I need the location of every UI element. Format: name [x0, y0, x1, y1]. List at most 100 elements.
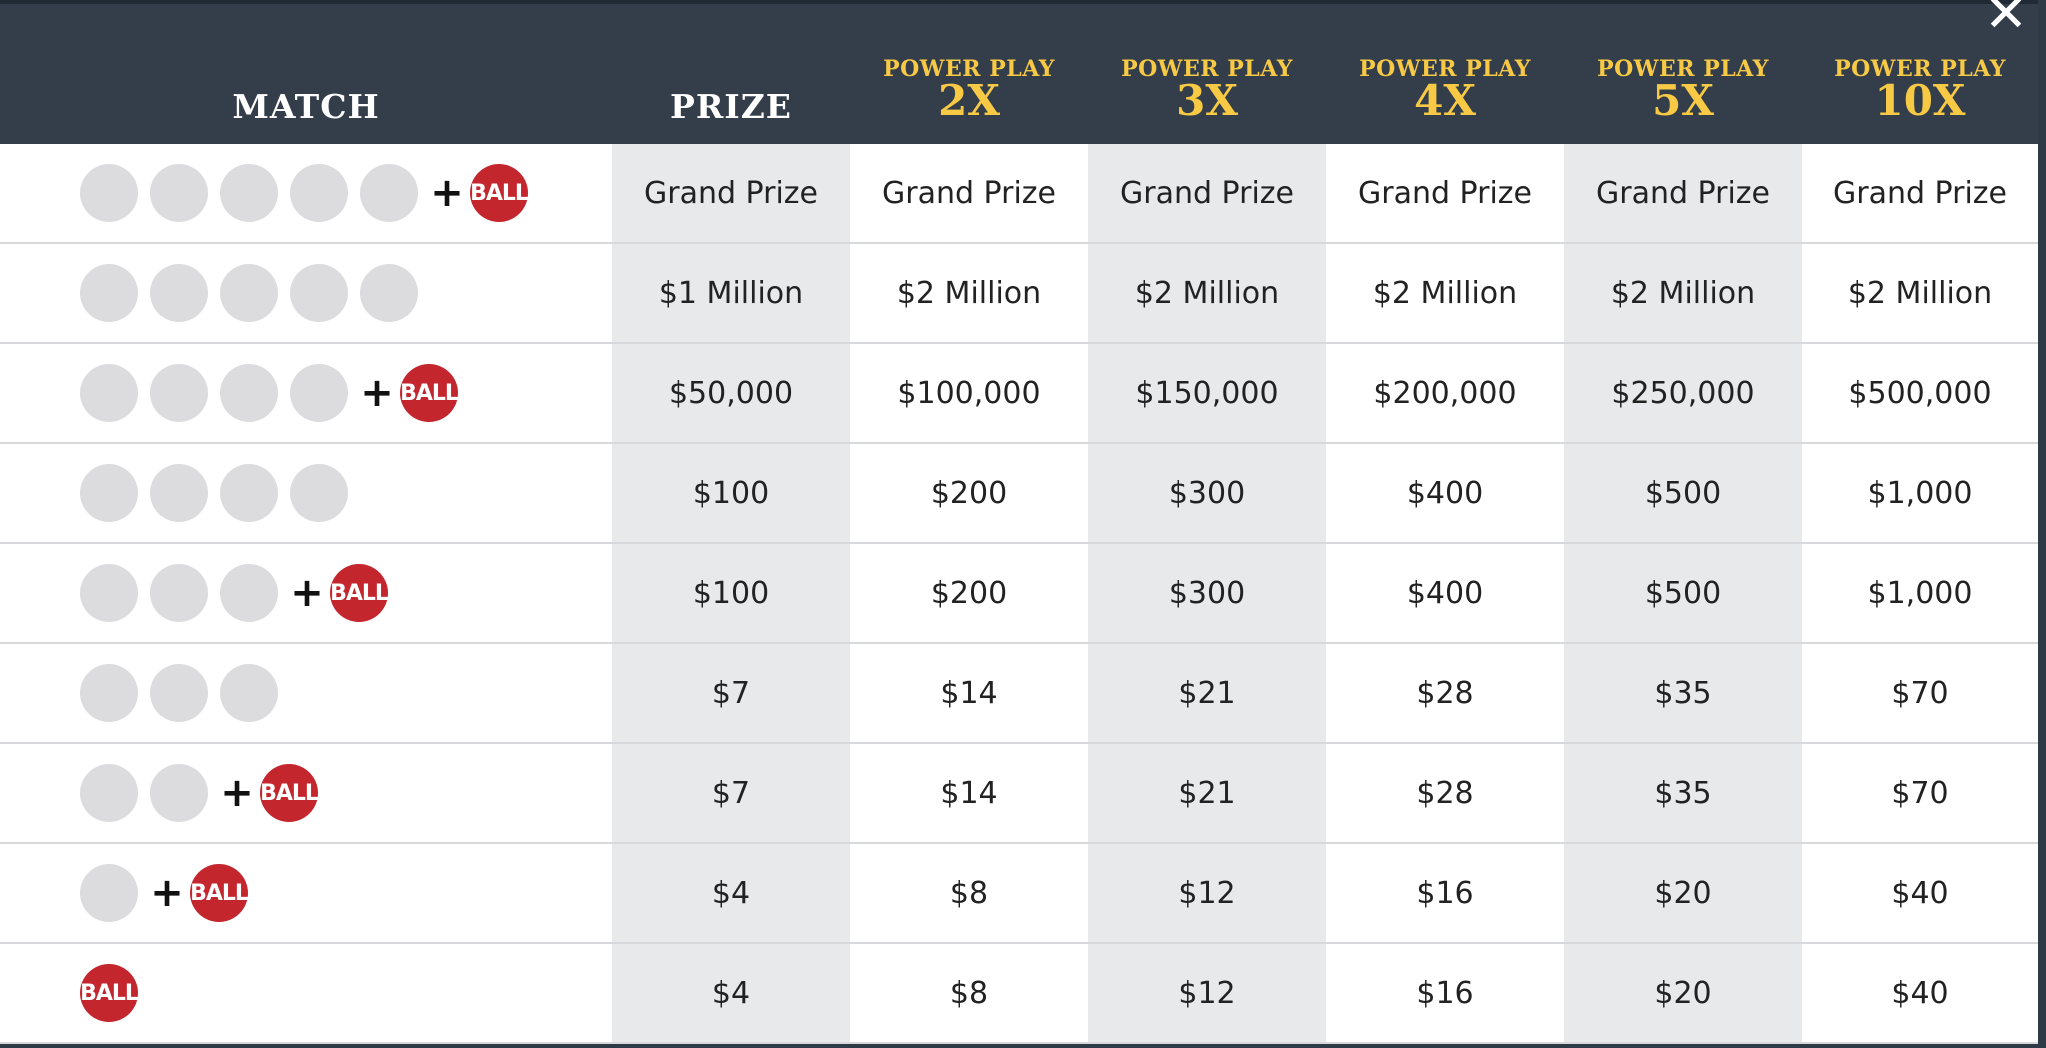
table-row: $100 $200 $300 $400 $500 $1,000 + BALL: [0, 544, 2038, 644]
power-play-prize-cell: $500: [1564, 444, 1802, 542]
white-ball-icon: [220, 664, 278, 722]
prize-chart-modal: MATCH PRIZE POWER PLAY 2X POWER PLAY 3X …: [0, 0, 2046, 1048]
power-play-prize-cell: $250,000: [1564, 344, 1802, 442]
power-play-prize-cell: $2 Million: [1847, 275, 1993, 311]
power-play-prize-cell: $2 Million: [1088, 244, 1326, 342]
power-play-prize-cell: $70: [1891, 675, 1949, 711]
modal-bottom-border: [0, 1044, 2046, 1048]
power-play-prize-cell: $500,000: [1848, 375, 1992, 411]
match-combination: [80, 644, 290, 742]
white-ball-icon: [290, 164, 348, 222]
multiplier-label: 3X: [1176, 76, 1238, 125]
close-icon[interactable]: ✕: [1976, 0, 2036, 40]
white-ball-icon: [150, 464, 208, 522]
power-play-prize-cell: $12: [1088, 844, 1326, 942]
power-play-prize-cell: $21: [1088, 744, 1326, 842]
table-row: Grand Prize Grand Prize Grand Prize Grand P…: [0, 144, 2038, 244]
multiplier-label: 5X: [1652, 76, 1714, 125]
table-row: $1 Million $2 Million $2 Million $2 Million…: [0, 244, 2038, 344]
power-play-prize-cell: $200: [930, 575, 1008, 611]
header-power-play-4x: POWER PLAY 4X: [1326, 4, 1564, 144]
match-combination: + BALL: [80, 744, 319, 842]
power-ball-icon: BALL: [470, 164, 529, 222]
power-ball-icon: BALL: [400, 364, 459, 422]
header-match: MATCH: [0, 4, 612, 144]
table-row: $100 $200 $300 $400 $500 $1,000: [0, 444, 2038, 544]
power-play-prize-cell: Grand Prize: [1358, 175, 1532, 211]
match-combination: + BALL: [80, 344, 459, 442]
prize-cell: Grand Prize: [612, 144, 850, 242]
power-play-prize-cell: $2 Million: [1564, 244, 1802, 342]
power-play-prize-cell: $16: [1416, 875, 1474, 911]
white-ball-icon: [150, 364, 208, 422]
power-play-prize-cell: $21: [1088, 644, 1326, 742]
prize-cell: $7: [612, 744, 850, 842]
power-play-prize-cell: Grand Prize: [882, 175, 1056, 211]
white-ball-icon: [80, 864, 138, 922]
prize-cell: $100: [612, 444, 850, 542]
match-combination: + BALL: [80, 844, 249, 942]
header-prize: PRIZE: [612, 4, 850, 144]
multiplier-label: 2X: [938, 76, 1000, 125]
header-power-play-3x: POWER PLAY 3X: [1088, 4, 1326, 144]
power-play-prize-cell: $70: [1891, 775, 1949, 811]
prize-table-body: Grand Prize Grand Prize Grand Prize Grand P…: [0, 144, 2038, 1044]
power-play-prize-cell: $300: [1088, 544, 1326, 642]
table-row: $4 $8 $12 $16 $20 $40 + BALL: [0, 844, 2038, 944]
prize-header-label: PRIZE: [670, 87, 792, 126]
modal-right-border: [2038, 0, 2046, 1048]
white-ball-icon: [150, 764, 208, 822]
power-play-prize-cell: $28: [1416, 675, 1474, 711]
power-play-prize-cell: Grand Prize: [1833, 175, 2007, 211]
white-ball-icon: [80, 764, 138, 822]
white-ball-icon: [220, 164, 278, 222]
power-play-prize-cell: $35: [1564, 644, 1802, 742]
match-combination: + BALL: [80, 544, 389, 642]
prize-cell: $100: [612, 544, 850, 642]
power-ball-icon: BALL: [330, 564, 389, 622]
power-play-prize-cell: $8: [949, 975, 989, 1011]
plus-sign: +: [220, 770, 254, 816]
power-play-prize-cell: Grand Prize: [1564, 144, 1802, 242]
white-ball-icon: [150, 264, 208, 322]
white-ball-icon: [80, 664, 138, 722]
plus-sign: +: [430, 170, 464, 216]
prize-cell: $4: [612, 944, 850, 1042]
match-header-label: MATCH: [232, 87, 380, 126]
match-combination: [80, 244, 430, 342]
white-ball-icon: [80, 264, 138, 322]
white-ball-icon: [220, 364, 278, 422]
power-play-prize-cell: $40: [1891, 975, 1949, 1011]
table-row: $4 $8 $12 $16 $20 $40 BALL: [0, 944, 2038, 1044]
power-play-prize-cell: $8: [949, 875, 989, 911]
power-play-prize-cell: $1,000: [1867, 475, 1973, 511]
power-ball-icon: BALL: [260, 764, 319, 822]
power-play-prize-cell: $400: [1406, 575, 1484, 611]
white-ball-icon: [360, 264, 418, 322]
power-ball-icon: BALL: [80, 964, 139, 1022]
white-ball-icon: [80, 564, 138, 622]
white-ball-icon: [150, 664, 208, 722]
match-combination: [80, 444, 360, 542]
power-play-prize-cell: $150,000: [1088, 344, 1326, 442]
header-power-play-2x: POWER PLAY 2X: [850, 4, 1088, 144]
prize-cell: $1 Million: [612, 244, 850, 342]
white-ball-icon: [360, 164, 418, 222]
power-play-prize-cell: $35: [1564, 744, 1802, 842]
power-ball-icon: BALL: [190, 864, 249, 922]
white-ball-icon: [290, 364, 348, 422]
power-play-prize-cell: $400: [1406, 475, 1484, 511]
power-play-prize-cell: $12: [1088, 944, 1326, 1042]
plus-sign: +: [360, 370, 394, 416]
power-play-prize-cell: $200: [930, 475, 1008, 511]
power-play-prize-cell: $1,000: [1867, 575, 1973, 611]
prize-cell: $7: [612, 644, 850, 742]
power-play-prize-cell: $500: [1564, 544, 1802, 642]
multiplier-label: 10X: [1874, 76, 1966, 125]
plus-sign: +: [290, 570, 324, 616]
white-ball-icon: [80, 464, 138, 522]
white-ball-icon: [220, 564, 278, 622]
table-row: $7 $14 $21 $28 $35 $70 + BALL: [0, 744, 2038, 844]
white-ball-icon: [150, 164, 208, 222]
white-ball-icon: [290, 264, 348, 322]
